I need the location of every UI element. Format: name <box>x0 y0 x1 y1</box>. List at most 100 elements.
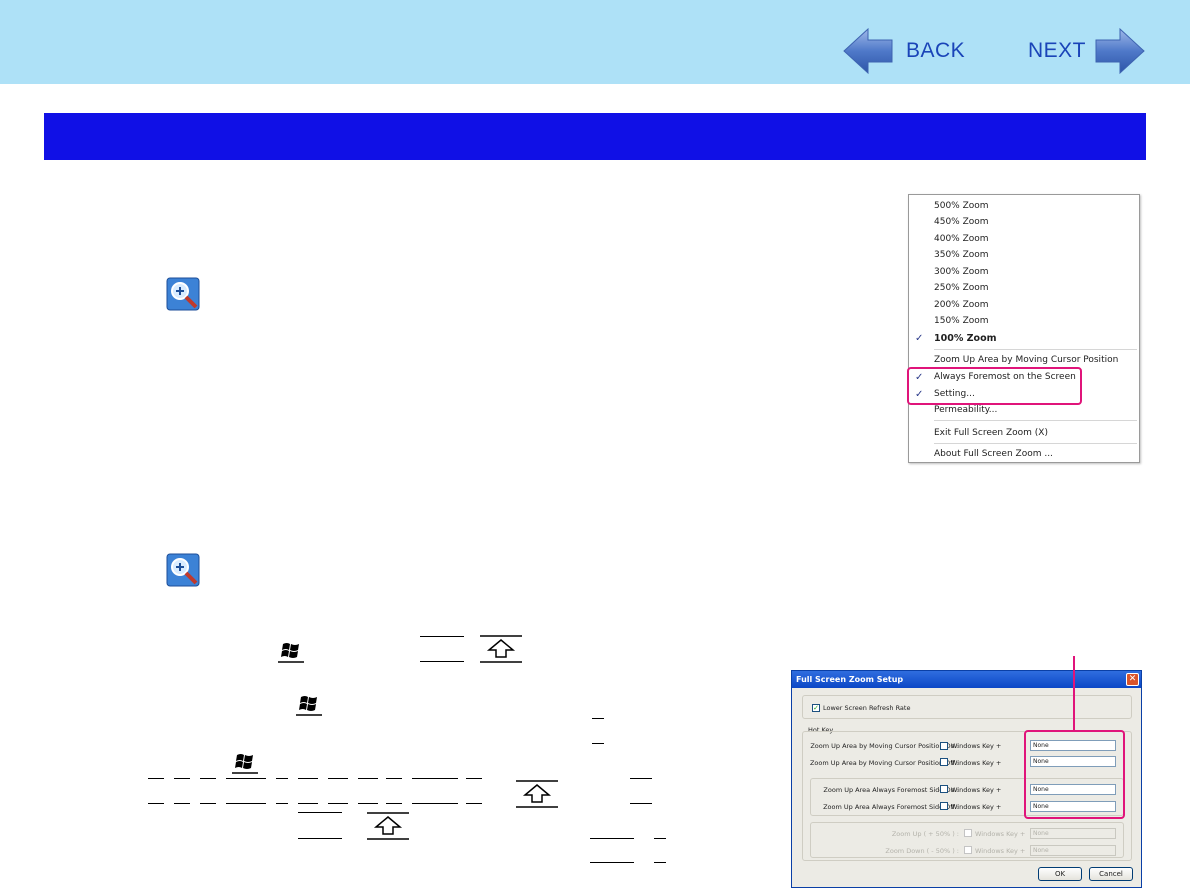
key-mark <box>328 803 348 804</box>
windows-key-icon <box>296 696 322 716</box>
menu-item-label: 400% Zoom <box>934 234 989 244</box>
key-mark <box>226 803 266 804</box>
menu-item-label: 100% Zoom <box>934 332 997 344</box>
key-mark <box>654 838 666 839</box>
windows-key-label: Windows Key + <box>951 803 1002 811</box>
key-mark <box>298 778 318 779</box>
windows-key-checkbox[interactable] <box>940 785 948 793</box>
key-mark <box>148 778 164 779</box>
key-mark <box>328 778 348 779</box>
menu-item-label: Exit Full Screen Zoom (X) <box>934 428 1048 438</box>
menu-separator <box>934 420 1137 421</box>
menu-highlight-frame <box>907 367 1082 405</box>
menu-item-100-zoom[interactable]: ✓ 100% Zoom <box>909 330 1139 346</box>
top-bar: BACK NEXT <box>0 0 1190 84</box>
menu-separator <box>934 443 1137 444</box>
menu-item-zoom-up-area-moving-cursor[interactable]: Zoom Up Area by Moving Cursor Position <box>909 352 1139 368</box>
key-mark <box>386 778 402 779</box>
key-mark <box>420 661 464 662</box>
menu-item-label: 150% Zoom <box>934 316 989 326</box>
key-mark <box>412 803 458 804</box>
menu-item-300-zoom[interactable]: 300% Zoom <box>909 264 1139 280</box>
key-mark <box>200 778 216 779</box>
menu-item-label: About Full Screen Zoom ... <box>934 449 1053 459</box>
full-screen-zoom-icon[interactable] <box>166 553 200 587</box>
key-mark <box>174 778 190 779</box>
menu-item-label: 450% Zoom <box>934 217 989 227</box>
menu-item-label: 300% Zoom <box>934 267 989 277</box>
key-mark <box>200 803 216 804</box>
back-button[interactable]: BACK <box>842 26 972 76</box>
close-icon[interactable]: ✕ <box>1126 673 1139 686</box>
menu-item-250-zoom[interactable]: 250% Zoom <box>909 280 1139 296</box>
key-mark <box>630 778 652 779</box>
windows-key-checkbox[interactable] <box>940 742 948 750</box>
windows-key-icon <box>232 754 258 774</box>
cancel-button[interactable]: Cancel <box>1089 867 1133 881</box>
callout-line <box>1073 656 1075 731</box>
windows-key-checkbox[interactable] <box>940 758 948 766</box>
back-label: BACK <box>906 39 966 62</box>
key-mark <box>412 778 458 779</box>
windows-key-label: Windows Key + <box>975 830 1026 838</box>
ok-button[interactable]: OK <box>1038 867 1082 881</box>
menu-item-label: Zoom Up Area by Moving Cursor Position <box>934 355 1119 365</box>
windows-key-label: Windows Key + <box>975 847 1026 855</box>
menu-item-about[interactable]: About Full Screen Zoom ... <box>909 446 1139 462</box>
windows-key-checkbox[interactable] <box>940 802 948 810</box>
dialog-highlight-frame <box>1024 730 1125 819</box>
row-label: Zoom Up Area by Moving Cursor Position O… <box>809 759 959 767</box>
row-label: Zoom Up Area Always Foremost Side Off : <box>823 803 959 811</box>
zoom-context-menu: 500% Zoom 450% Zoom 400% Zoom 350% Zoom … <box>908 194 1140 463</box>
key-mark <box>358 803 378 804</box>
key-mark <box>276 803 288 804</box>
key-mark <box>466 778 482 779</box>
windows-key-icon <box>278 643 304 663</box>
dialog-title: Full Screen Zoom Setup <box>792 671 1141 688</box>
key-mark <box>420 636 464 637</box>
row-label: Zoom Up Area Always Foremost Side On : <box>823 786 959 794</box>
back-arrow-icon <box>843 27 893 75</box>
key-mark <box>226 778 266 779</box>
windows-key-checkbox[interactable] <box>964 846 972 854</box>
windows-key-label: Windows Key + <box>951 786 1002 794</box>
key-mark <box>630 803 652 804</box>
key-mark <box>386 803 402 804</box>
menu-item-350-zoom[interactable]: 350% Zoom <box>909 247 1139 263</box>
menu-item-exit[interactable]: Exit Full Screen Zoom (X) <box>909 425 1139 441</box>
key-mark <box>590 862 634 863</box>
key-mark <box>298 803 318 804</box>
shift-key-icon <box>480 635 522 663</box>
row-label: Zoom Up Area by Moving Cursor Position O… <box>810 742 959 750</box>
windows-key-label: Windows Key + <box>951 742 1002 750</box>
menu-item-200-zoom[interactable]: 200% Zoom <box>909 297 1139 313</box>
shift-key-icon <box>367 812 409 840</box>
menu-item-label: 500% Zoom <box>934 201 989 211</box>
windows-key-checkbox[interactable] <box>964 829 972 837</box>
next-label: NEXT <box>1028 39 1087 62</box>
key-mark <box>466 803 482 804</box>
key-mark <box>298 812 342 813</box>
key-mark <box>174 803 190 804</box>
hotkey-input[interactable]: None <box>1030 845 1116 856</box>
key-mark <box>592 718 604 719</box>
checkmark-icon: ✓ <box>813 704 819 712</box>
next-arrow-icon <box>1095 27 1145 75</box>
key-mark <box>592 743 604 744</box>
menu-item-150-zoom[interactable]: 150% Zoom <box>909 313 1139 329</box>
menu-item-500-zoom[interactable]: 500% Zoom <box>909 198 1139 214</box>
full-screen-zoom-icon[interactable] <box>166 277 200 311</box>
key-mark <box>654 862 666 863</box>
menu-item-label: Permeability... <box>934 405 998 415</box>
menu-item-400-zoom[interactable]: 400% Zoom <box>909 231 1139 247</box>
key-mark <box>276 778 288 779</box>
shift-key-icon <box>516 780 558 808</box>
lower-refresh-checkbox[interactable]: ✓ <box>812 704 820 712</box>
windows-key-label: Windows Key + <box>951 759 1002 767</box>
hotkey-input[interactable]: None <box>1030 828 1116 839</box>
next-button[interactable]: NEXT <box>1028 26 1150 76</box>
menu-item-450-zoom[interactable]: 450% Zoom <box>909 214 1139 230</box>
row-label: Zoom Up ( + 50% ) : <box>891 830 959 838</box>
menu-item-label: 250% Zoom <box>934 283 989 293</box>
checkmark-icon: ✓ <box>915 332 924 344</box>
